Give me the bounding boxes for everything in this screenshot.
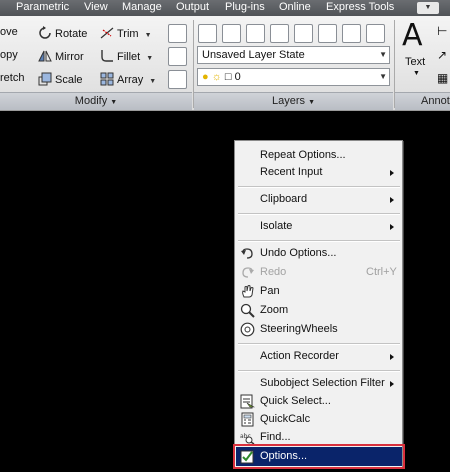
mirror-button[interactable]: Mirror <box>38 49 84 63</box>
menu-item-action-recorder[interactable]: Action Recorder <box>236 347 402 366</box>
trim-icon <box>100 27 114 39</box>
layer-isolate-icon[interactable] <box>270 24 289 43</box>
mirror-icon <box>38 50 52 62</box>
menu-item-subobject-selection-filter[interactable]: Subobject Selection Filter <box>236 374 402 393</box>
menu-separator <box>238 240 400 242</box>
menu-item-isolate[interactable]: Isolate <box>236 217 402 236</box>
menu-express-tools[interactable]: Express Tools <box>326 1 394 13</box>
layer-state-dropdown[interactable]: Unsaved Layer State ▼ <box>197 46 390 64</box>
match-properties-icon[interactable] <box>168 24 187 43</box>
menu-manage[interactable]: Manage <box>122 1 162 13</box>
submenu-arrow-icon <box>390 224 394 230</box>
layer-walk-icon[interactable] <box>342 24 361 43</box>
menu-item-find[interactable]: abc Find... <box>236 428 402 447</box>
steering-wheel-icon <box>240 322 255 337</box>
menu-item-quickcalc[interactable]: QuickCalc <box>236 410 402 429</box>
chevron-down-icon[interactable]: ▼ <box>417 2 439 14</box>
menu-item-quick-select[interactable]: Quick Select... <box>236 392 402 411</box>
leader-icon[interactable]: ↗ <box>437 48 447 62</box>
text-glyph-icon[interactable]: A <box>402 18 423 53</box>
ribbon: ove opy retch Rotate Mirror Scale Trim ▼ … <box>0 16 450 111</box>
scale-button[interactable]: Scale <box>38 72 83 86</box>
menu-item-recent-input[interactable]: Recent Input <box>236 163 402 182</box>
layer-state-icon[interactable] <box>222 24 241 43</box>
scale-icon <box>38 72 52 86</box>
fillet-icon <box>101 50 113 62</box>
array-button[interactable]: Array ▼ <box>100 72 156 86</box>
menu-parametric[interactable]: Parametric <box>16 1 69 13</box>
menu-item-options[interactable]: Options... <box>233 444 405 469</box>
copy-button[interactable]: opy <box>0 49 18 61</box>
menu-item-undo-options[interactable]: Undo Options... <box>236 244 402 263</box>
menu-output[interactable]: Output <box>176 1 209 13</box>
submenu-arrow-icon <box>390 381 394 387</box>
menu-item-pan[interactable]: Pan <box>236 282 402 301</box>
menu-separator <box>238 186 400 188</box>
submenu-arrow-icon <box>390 170 394 176</box>
annotation-panel-footer[interactable]: Annota <box>395 92 450 110</box>
lightbulb-icon: ● <box>202 71 209 83</box>
sun-icon: ☼ <box>211 71 222 83</box>
context-menu: Repeat Options... Recent Input Clipboard… <box>233 140 405 469</box>
menu-item-steeringwheels[interactable]: SteeringWheels <box>236 320 402 339</box>
layer-lock-icon[interactable] <box>318 24 337 43</box>
undo-icon <box>241 248 253 259</box>
modify-panel-footer[interactable]: Modify ▼ <box>0 92 192 110</box>
hatch-edit-icon[interactable] <box>168 70 187 89</box>
table-icon[interactable]: ▦ <box>437 71 448 85</box>
layer-off-icon[interactable] <box>246 24 265 43</box>
menu-bar: Parametric View Manage Output Plug-ins O… <box>0 0 450 16</box>
zoom-magnifier-icon <box>240 303 255 318</box>
dimension-icon[interactable]: ⊢ <box>437 24 447 38</box>
rotate-button[interactable]: Rotate <box>38 26 87 40</box>
menu-separator <box>238 213 400 215</box>
trim-button[interactable]: Trim ▼ <box>100 26 152 40</box>
menu-separator <box>238 370 400 372</box>
current-layer-dropdown[interactable]: ● ☼ □ 0 ▼ <box>197 68 390 86</box>
calculator-icon <box>241 412 254 427</box>
layer-freeze-icon[interactable] <box>294 24 313 43</box>
find-text-icon: abc <box>240 433 255 445</box>
fillet-button[interactable]: Fillet ▼ <box>100 49 153 63</box>
layers-panel-footer[interactable]: Layers ▼ <box>194 92 393 110</box>
edit-polyline-icon[interactable] <box>168 47 187 66</box>
redo-icon <box>242 267 254 278</box>
layer-properties-icon[interactable] <box>198 24 217 43</box>
layer-match-icon[interactable] <box>366 24 385 43</box>
menu-item-clipboard[interactable]: Clipboard <box>236 190 402 209</box>
menu-item-redo[interactable]: Redo Ctrl+Y <box>236 263 402 282</box>
stretch-button[interactable]: retch <box>0 72 24 84</box>
submenu-arrow-icon <box>390 354 394 360</box>
menu-separator <box>238 343 400 345</box>
array-icon <box>100 72 114 86</box>
text-button[interactable]: Text <box>405 56 425 68</box>
quick-select-icon <box>240 394 255 409</box>
move-button[interactable]: ove <box>0 26 18 38</box>
menu-plugins[interactable]: Plug-ins <box>225 1 265 13</box>
checkmark-options-icon <box>240 450 254 464</box>
menu-item-zoom[interactable]: Zoom <box>236 301 402 320</box>
chevron-down-icon[interactable]: ▼ <box>413 70 420 77</box>
pan-hand-icon <box>242 285 254 298</box>
color-swatch-icon: □ <box>224 71 232 83</box>
rotate-icon <box>39 26 51 39</box>
submenu-arrow-icon <box>390 197 394 203</box>
menu-online[interactable]: Online <box>279 1 311 13</box>
menu-view[interactable]: View <box>84 1 108 13</box>
